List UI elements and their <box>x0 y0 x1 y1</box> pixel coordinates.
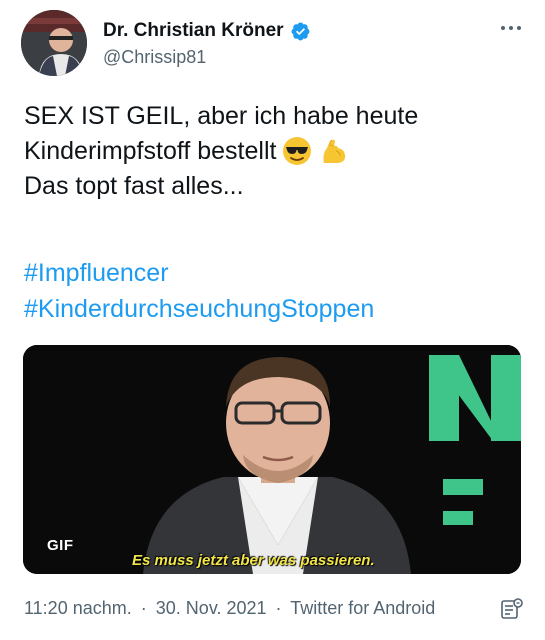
tweet-line-text: Das topt fast alles... <box>24 171 244 200</box>
tweet-text: SEX IST GEIL, aber ich habe heute Kinder… <box>24 98 524 203</box>
flexed-biceps-emoji-icon <box>323 139 346 163</box>
author-display-name[interactable]: Dr. Christian Kröner <box>103 20 284 42</box>
author-name-row[interactable]: Dr. Christian Kröner <box>103 20 311 42</box>
tweet-line-1: SEX IST GEIL, aber ich habe heute <box>24 98 524 133</box>
tweet-hashtags: #Impfluencer #KinderdurchseuchungStoppen <box>24 255 374 327</box>
author-handle[interactable]: @Chrissip81 <box>103 47 206 68</box>
profile-photo-icon <box>21 10 87 76</box>
smiling-face-with-sunglasses-emoji-icon <box>283 136 312 165</box>
video-frame-image <box>23 345 521 574</box>
tweet-date[interactable]: 30. Nov. 2021 <box>156 598 267 618</box>
analytics-icon[interactable] <box>499 597 523 621</box>
more-options-icon[interactable] <box>498 18 524 38</box>
video-subtitle: Es muss jetzt aber was passieren. <box>132 552 375 569</box>
meta-separator: · <box>140 598 147 618</box>
tweet-time[interactable]: 11:20 nachm. <box>24 598 132 618</box>
media-gif[interactable]: GIF Es muss jetzt aber was passieren. <box>23 345 521 574</box>
verified-badge-icon <box>291 22 310 40</box>
tweet-line-text: SEX IST GEIL, aber ich habe heute <box>24 101 419 130</box>
tweet-header: Dr. Christian Kröner @Chrissip81 <box>21 10 526 80</box>
hashtag-link-kinderdurchseuchung[interactable]: #KinderdurchseuchungStoppen <box>24 291 374 327</box>
hashtag-link-impfluencer[interactable]: #Impfluencer <box>24 255 374 291</box>
gif-badge: GIF <box>47 537 74 554</box>
meta-separator: · <box>275 598 282 618</box>
tweet-line-text: Kinderimpfstoff bestellt <box>24 136 277 165</box>
tweet-line-2: Kinderimpfstoff bestellt <box>24 133 524 168</box>
tweet-meta: 11:20 nachm. · 30. Nov. 2021 · Twitter f… <box>24 598 435 619</box>
tweet-line-3: Das topt fast alles... <box>24 168 524 203</box>
avatar[interactable] <box>21 10 87 76</box>
tweet-source[interactable]: Twitter for Android <box>290 598 435 618</box>
